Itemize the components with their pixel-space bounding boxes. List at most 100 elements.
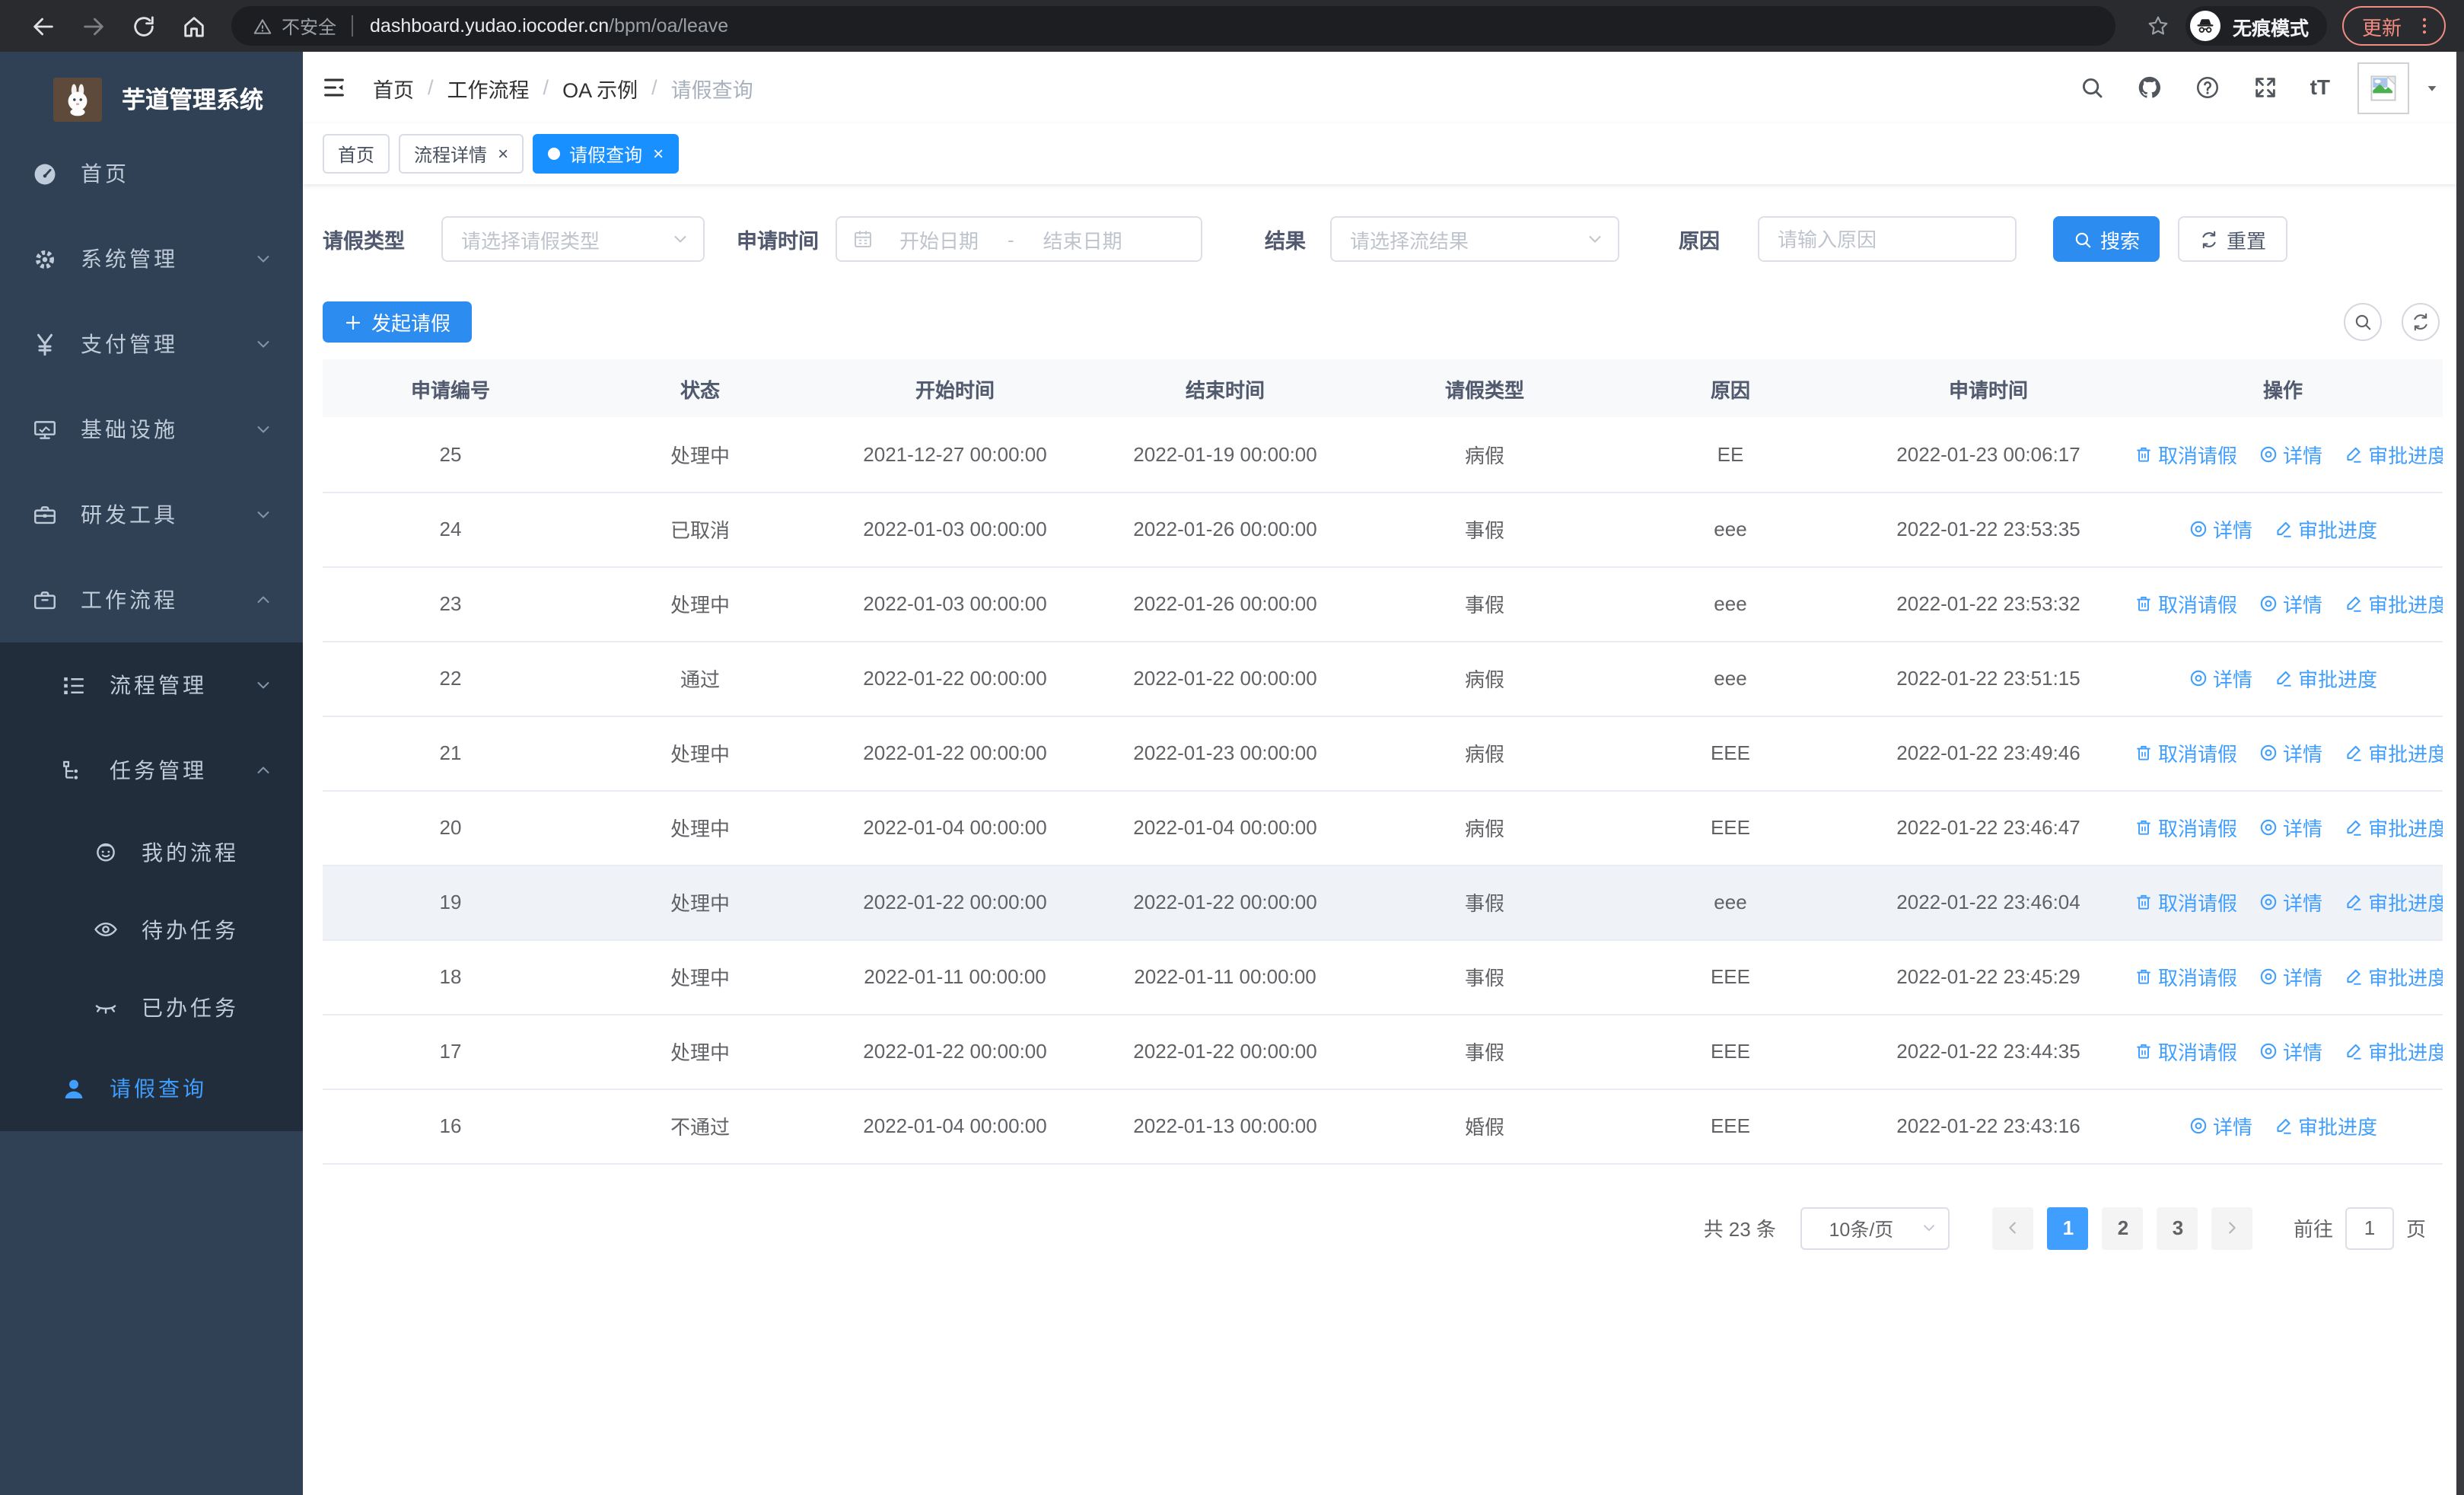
goto-page-input[interactable]	[2345, 1207, 2394, 1249]
not-secure-icon[interactable]	[253, 16, 272, 36]
action-detail-link[interactable]: 详情	[2189, 515, 2252, 543]
browser-menu-icon[interactable]	[2414, 14, 2435, 38]
sidebar-item-my-process[interactable]: 我的流程	[0, 813, 303, 891]
table-row[interactable]: 19 处理中 2022-01-22 00:00:00 2022-01-22 00:00…	[323, 865, 2443, 940]
page-button-3[interactable]: 3	[2157, 1207, 2198, 1249]
tab-请假查询[interactable]: 请假查询 ×	[533, 134, 680, 174]
sidebar-item-devtools[interactable]: 研发工具	[0, 472, 303, 557]
action-progress-link[interactable]: 审批进度	[2274, 664, 2377, 693]
action-progress-link[interactable]: 审批进度	[2344, 589, 2443, 618]
sidebar-item-task-mgmt[interactable]: 任务管理	[0, 728, 303, 813]
page-size-select[interactable]: 10条/页	[1800, 1207, 1950, 1249]
apply-time-label: 申请时间	[737, 230, 819, 253]
table-toolbar: 发起请假	[323, 301, 2443, 343]
leave-type-select[interactable]: 请选择请假类型	[441, 216, 705, 262]
action-progress-link[interactable]: 审批进度	[2344, 962, 2443, 991]
sidebar-item-process-mgmt[interactable]: 流程管理	[0, 642, 303, 728]
refresh-table-button[interactable]	[2402, 303, 2440, 341]
action-cancel-link[interactable]: 取消请假	[2134, 813, 2237, 842]
action-cancel-link[interactable]: 取消请假	[2134, 962, 2237, 991]
action-detail-link[interactable]: 详情	[2259, 738, 2322, 767]
action-progress-link[interactable]: 审批进度	[2344, 813, 2443, 842]
action-cancel-link[interactable]: 取消请假	[2134, 589, 2237, 618]
header-search-icon[interactable]	[2079, 75, 2105, 100]
briefcase-icon	[32, 587, 58, 613]
breadcrumb-item[interactable]: 工作流程	[447, 72, 530, 103]
search-button[interactable]: 搜索	[2053, 216, 2160, 262]
home-icon[interactable]	[181, 13, 207, 39]
sidebar-item-infra[interactable]: 基础设施	[0, 387, 303, 472]
sidebar-item-system[interactable]: 系统管理	[0, 216, 303, 301]
table-row[interactable]: 22 通过 2022-01-22 00:00:00 2022-01-22 00:00:…	[323, 641, 2443, 716]
action-label: 详情	[2283, 594, 2323, 617]
sidebar-item-done-tasks[interactable]: 已办任务	[0, 968, 303, 1046]
breadcrumb-item[interactable]: OA 示例	[562, 72, 638, 103]
table-row[interactable]: 20 处理中 2022-01-04 00:00:00 2022-01-04 00:00…	[323, 790, 2443, 865]
avatar-caret-icon[interactable]	[2424, 80, 2440, 95]
action-cancel-link[interactable]: 取消请假	[2134, 1037, 2237, 1066]
action-label: 取消请假	[2158, 818, 2238, 840]
tab-流程详情[interactable]: 流程详情 ×	[399, 134, 524, 174]
action-detail-link[interactable]: 详情	[2259, 888, 2322, 916]
table-row[interactable]: 17 处理中 2022-01-22 00:00:00 2022-01-22 00:00…	[323, 1014, 2443, 1089]
sidebar-item-leave-query[interactable]: 请假查询	[0, 1046, 303, 1131]
sidebar-item-payment[interactable]: 支付管理	[0, 301, 303, 387]
action-detail-link[interactable]: 详情	[2259, 962, 2322, 991]
apply-time-range-picker[interactable]: 开始日期 - 结束日期	[836, 216, 1202, 262]
table-row[interactable]: 24 已取消 2022-01-03 00:00:00 2022-01-26 00:00…	[323, 492, 2443, 567]
page-button-1[interactable]: 1	[2047, 1207, 2089, 1249]
app-logo[interactable]: 芋道管理系统	[0, 52, 303, 131]
table-row[interactable]: 18 处理中 2022-01-11 00:00:00 2022-01-11 00:00…	[323, 939, 2443, 1015]
close-icon[interactable]: ×	[653, 145, 664, 163]
address-bar[interactable]: 不安全 dashboard.yudao.iocoder.cn /bpm/oa/l…	[231, 6, 2115, 46]
action-progress-link[interactable]: 审批进度	[2344, 738, 2443, 767]
action-detail-link[interactable]: 详情	[2189, 1111, 2252, 1140]
font-size-icon[interactable]: tT	[2310, 75, 2330, 100]
page-button-2[interactable]: 2	[2102, 1207, 2144, 1249]
action-cancel-link[interactable]: 取消请假	[2134, 738, 2237, 767]
github-icon[interactable]	[2137, 75, 2163, 100]
action-detail-link[interactable]: 详情	[2259, 589, 2322, 618]
toggle-search-button[interactable]	[2344, 303, 2382, 341]
result-select[interactable]: 请选择流结果	[1330, 216, 1619, 262]
page-size-value: 10条/页	[1829, 1219, 1894, 1241]
action-progress-link[interactable]: 审批进度	[2344, 440, 2443, 469]
scrollbar[interactable]	[2456, 52, 2464, 1495]
cell-start: 2022-01-11 00:00:00	[822, 939, 1088, 1015]
create-leave-button[interactable]: 发起请假	[323, 301, 473, 343]
sidebar-item-home[interactable]: 首页	[0, 131, 303, 216]
reload-icon[interactable]	[131, 13, 157, 39]
action-detail-link[interactable]: 详情	[2259, 1037, 2322, 1066]
action-cancel-link[interactable]: 取消请假	[2134, 440, 2237, 469]
reason-input[interactable]	[1759, 226, 2015, 252]
table-row[interactable]: 25 处理中 2021-12-27 00:00:00 2022-01-19 00:00…	[323, 417, 2443, 492]
breadcrumb-item[interactable]: 首页	[373, 72, 414, 103]
fullscreen-icon[interactable]	[2252, 75, 2278, 100]
forward-icon[interactable]	[81, 13, 107, 39]
sidebar-collapse-icon[interactable]	[321, 75, 347, 100]
prev-page-button[interactable]	[1992, 1207, 2034, 1249]
action-progress-link[interactable]: 审批进度	[2344, 1037, 2443, 1066]
action-detail-link[interactable]: 详情	[2259, 813, 2322, 842]
action-cancel-link[interactable]: 取消请假	[2134, 888, 2237, 916]
close-icon[interactable]: ×	[498, 145, 508, 163]
action-progress-link[interactable]: 审批进度	[2344, 888, 2443, 916]
sidebar-item-todo-tasks[interactable]: 待办任务	[0, 891, 303, 968]
action-progress-link[interactable]: 审批进度	[2274, 1111, 2377, 1140]
table-row[interactable]: 23 处理中 2022-01-03 00:00:00 2022-01-26 00:00…	[323, 566, 2443, 642]
action-detail-link[interactable]: 详情	[2259, 440, 2322, 469]
reset-button[interactable]: 重置	[2178, 216, 2287, 262]
help-icon[interactable]	[2195, 75, 2220, 100]
action-detail-link[interactable]: 详情	[2189, 664, 2252, 693]
browser-update-button[interactable]: 更新	[2341, 6, 2446, 46]
sidebar-item-workflow[interactable]: 工作流程	[0, 557, 303, 642]
cell-id: 16	[323, 1089, 578, 1164]
bookmark-star-icon[interactable]	[2146, 14, 2170, 38]
next-page-button[interactable]	[2211, 1207, 2253, 1249]
avatar[interactable]	[2357, 62, 2409, 113]
tab-首页[interactable]: 首页	[323, 134, 390, 174]
action-progress-link[interactable]: 审批进度	[2274, 515, 2377, 543]
table-row[interactable]: 21 处理中 2022-01-22 00:00:00 2022-01-23 00:00…	[323, 716, 2443, 791]
table-row[interactable]: 16 不通过 2022-01-04 00:00:00 2022-01-13 00:00…	[323, 1089, 2443, 1164]
back-icon[interactable]	[30, 13, 56, 39]
